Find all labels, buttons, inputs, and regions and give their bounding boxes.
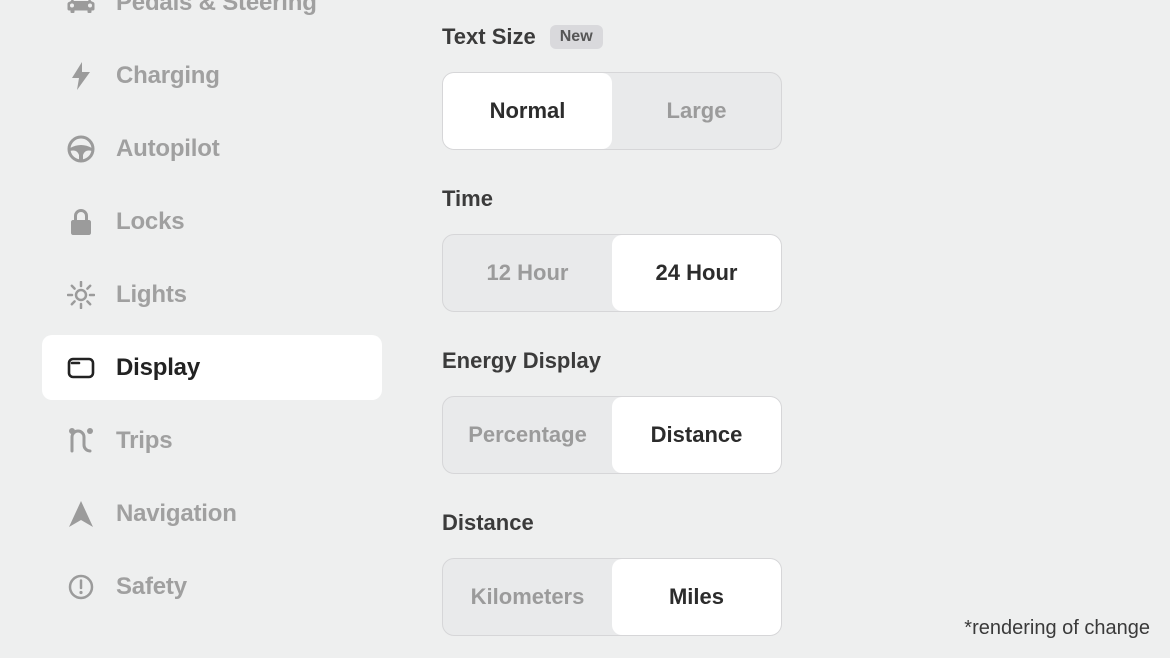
car-icon	[66, 0, 96, 18]
sidebar-item-label: Display	[116, 354, 200, 382]
setting-title: Time	[442, 186, 493, 212]
time-option-24hour[interactable]: 24 Hour	[612, 235, 781, 311]
setting-title-row: Energy Display	[442, 348, 1042, 374]
sidebar-item-safety[interactable]: Safety	[42, 554, 382, 619]
setting-title-row: Time	[442, 186, 1042, 212]
text-size-option-large[interactable]: Large	[612, 73, 781, 149]
new-badge: New	[550, 25, 603, 49]
steering-wheel-icon	[66, 134, 96, 164]
distance-option-miles[interactable]: Miles	[612, 559, 781, 635]
energy-option-distance[interactable]: Distance	[612, 397, 781, 473]
setting-energy-display: Energy Display Percentage Distance	[442, 348, 1042, 474]
setting-title: Text Size	[442, 24, 536, 50]
sidebar-item-lights[interactable]: Lights	[42, 262, 382, 327]
time-segmented-control: 12 Hour 24 Hour	[442, 234, 782, 312]
sidebar-item-label: Trips	[116, 427, 172, 455]
route-icon	[66, 426, 96, 456]
setting-time: Time 12 Hour 24 Hour	[442, 186, 1042, 312]
text-size-option-normal[interactable]: Normal	[443, 73, 612, 149]
energy-option-percentage[interactable]: Percentage	[443, 397, 612, 473]
setting-title: Distance	[442, 510, 534, 536]
setting-text-size: Text Size New Normal Large	[442, 24, 1042, 150]
display-icon	[66, 353, 96, 383]
distance-option-kilometers[interactable]: Kilometers	[443, 559, 612, 635]
sidebar-item-label: Autopilot	[116, 135, 220, 163]
text-size-segmented-control: Normal Large	[442, 72, 782, 150]
setting-title: Energy Display	[442, 348, 601, 374]
energy-segmented-control: Percentage Distance	[442, 396, 782, 474]
sidebar-item-label: Pedals & Steering	[116, 0, 317, 17]
sidebar-item-autopilot[interactable]: Autopilot	[42, 116, 382, 181]
sidebar-item-label: Lights	[116, 281, 187, 309]
sidebar-item-display[interactable]: Display	[42, 335, 382, 400]
sidebar-item-charging[interactable]: Charging	[42, 43, 382, 108]
time-option-12hour[interactable]: 12 Hour	[443, 235, 612, 311]
settings-panel: Text Size New Normal Large Time 12 Hour …	[442, 24, 1042, 658]
footnote: *rendering of change	[964, 617, 1150, 640]
distance-segmented-control: Kilometers Miles	[442, 558, 782, 636]
sidebar-item-locks[interactable]: Locks	[42, 189, 382, 254]
navigation-arrow-icon	[66, 499, 96, 529]
sidebar-item-navigation[interactable]: Navigation	[42, 481, 382, 546]
bolt-icon	[66, 61, 96, 91]
sidebar: Pedals & Steering Charging Autopilot Loc…	[42, 0, 382, 627]
sidebar-item-trips[interactable]: Trips	[42, 408, 382, 473]
setting-distance: Distance Kilometers Miles	[442, 510, 1042, 636]
sidebar-item-pedals-steering[interactable]: Pedals & Steering	[42, 0, 382, 35]
setting-title-row: Text Size New	[442, 24, 1042, 50]
lock-icon	[66, 207, 96, 237]
sidebar-item-label: Safety	[116, 573, 187, 601]
sun-icon	[66, 280, 96, 310]
setting-title-row: Distance	[442, 510, 1042, 536]
sidebar-item-label: Locks	[116, 208, 184, 236]
sidebar-item-label: Navigation	[116, 500, 237, 528]
sidebar-item-label: Charging	[116, 62, 220, 90]
alert-circle-icon	[66, 572, 96, 602]
